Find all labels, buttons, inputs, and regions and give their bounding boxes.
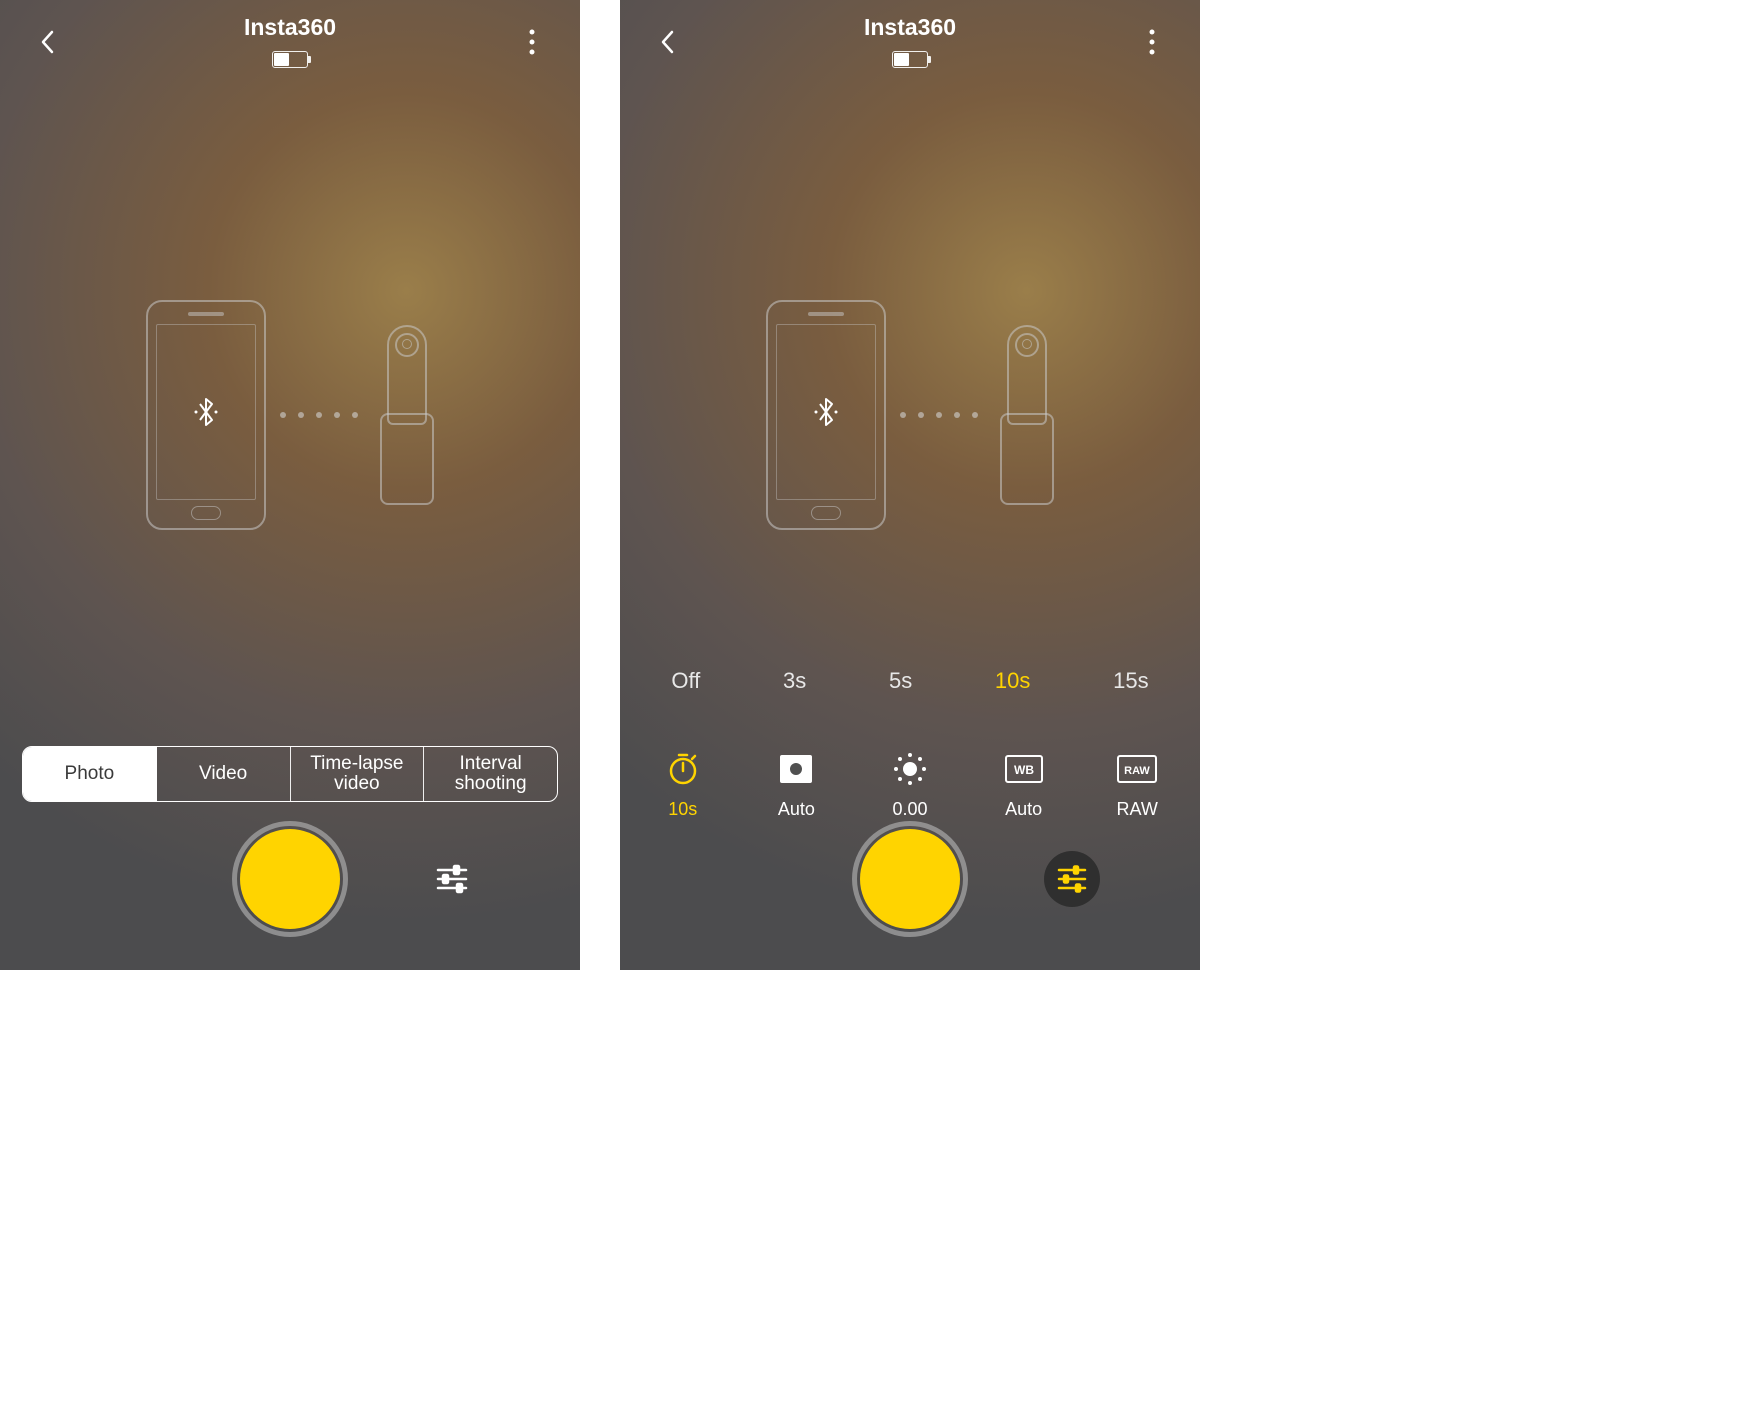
app-title: Insta360 [864,14,956,41]
bluetooth-icon [813,394,839,430]
connection-dots [280,412,358,418]
pairing-graphic [0,300,580,530]
svg-text:WB: WB [1014,763,1034,777]
more-button[interactable] [512,22,552,62]
shutter-button[interactable] [852,821,968,937]
bottom-row [620,814,1200,944]
app-title: Insta360 [244,14,336,41]
shutter-button[interactable] [232,821,348,937]
raw-icon: RAW [1117,749,1157,789]
sliders-icon [435,864,469,894]
mode-tabs: Photo Video Time-lapse video Interval sh… [22,746,558,802]
top-bar: Insta360 [0,0,580,90]
settings-button[interactable] [424,851,480,907]
param-metering[interactable]: Auto [751,749,841,820]
battery-icon [272,51,308,68]
timer-15s[interactable]: 15s [1105,662,1156,700]
mode-tab-timelapse[interactable]: Time-lapse video [291,747,425,801]
param-strip: 10s Auto 0.00 WB Auto RAW RAW [620,749,1200,820]
back-button[interactable] [648,22,688,62]
param-white-balance[interactable]: WB Auto [979,749,1069,820]
param-timer[interactable]: 10s [638,749,728,820]
camera-icon [1000,325,1054,505]
camera-icon [380,325,434,505]
metering-icon [776,749,816,789]
timer-10s[interactable]: 10s [987,662,1038,700]
mode-tab-interval[interactable]: Interval shooting [424,747,557,801]
phone-icon [146,300,266,530]
connection-dots [900,412,978,418]
more-button[interactable] [1132,22,1172,62]
param-exposure[interactable]: 0.00 [865,749,955,820]
timer-icon [663,749,703,789]
param-format[interactable]: RAW RAW [1092,749,1182,820]
settings-button-active[interactable] [1044,851,1100,907]
svg-text:RAW: RAW [1124,765,1150,777]
exposure-icon [890,749,930,789]
top-bar: Insta360 [620,0,1200,90]
timer-5s[interactable]: 5s [881,662,920,700]
bluetooth-icon [193,394,219,430]
timer-off[interactable]: Off [663,662,708,700]
phone-icon [766,300,886,530]
mode-tab-photo[interactable]: Photo [23,747,157,801]
timer-3s[interactable]: 3s [775,662,814,700]
mode-tab-video[interactable]: Video [157,747,291,801]
wb-icon: WB [1004,749,1044,789]
bottom-row [0,814,580,944]
screen-right: Insta360 Off 3s 5s 10s 15s 10s [620,0,1200,970]
pairing-graphic [620,300,1200,530]
back-button[interactable] [28,22,68,62]
sliders-icon [1056,865,1088,893]
battery-icon [892,51,928,68]
screen-left: Insta360 Photo Video Time-lapse video In… [0,0,580,970]
timer-options: Off 3s 5s 10s 15s [620,662,1200,700]
